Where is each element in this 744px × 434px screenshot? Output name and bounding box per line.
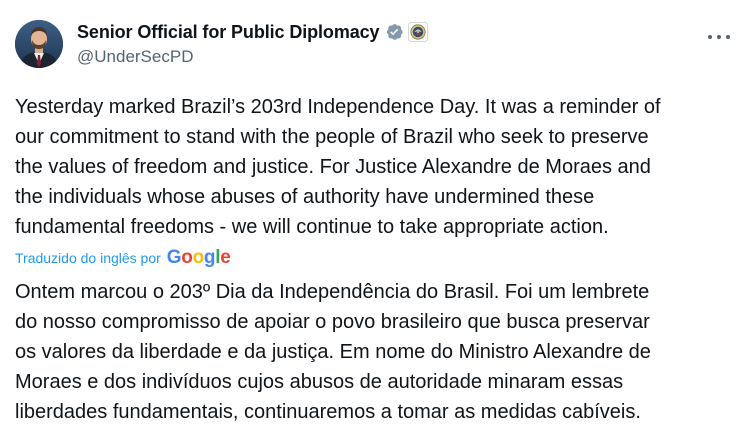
author-display-name[interactable]: Senior Official for Public Diplomacy — [77, 22, 380, 43]
google-logo-letter: o — [181, 247, 193, 268]
translated-text-line: Moraes e dos indivíduos cujos abusos de … — [15, 371, 624, 393]
google-logo-letter: o — [192, 247, 205, 268]
translated-text-line: do nosso compromisso de apoiar o povo br… — [15, 311, 650, 333]
verified-badge-icon[interactable] — [384, 22, 404, 42]
tweet-text-line: the values of freedom and justice. For J… — [15, 156, 651, 178]
translated-text: Ontem marcou o 203º Dia da Independência… — [15, 277, 731, 427]
avatar[interactable] — [15, 20, 63, 68]
google-logo[interactable]: Google — [167, 246, 231, 270]
tweet-text-line: fundamental freedoms - we will continue … — [15, 216, 609, 238]
translated-text-line: liberdades fundamentais, continuaremos a… — [15, 401, 641, 423]
translated-text-line: Ontem marcou o 203º Dia da Independência… — [15, 281, 650, 303]
translated-text-line: os valores da liberdade e da justiça. Em… — [15, 341, 651, 363]
dot-icon — [717, 35, 721, 39]
translation-attribution: Traduzido do inglês por Google — [15, 246, 231, 270]
translated-by-link[interactable]: Traduzido do inglês por — [15, 250, 161, 266]
author-name-row: Senior Official for Public Diplomacy — [77, 21, 429, 43]
tweet-card: Senior Official for Public Diplomacy @Un… — [0, 0, 744, 434]
google-logo-letter: e — [220, 247, 231, 268]
tweet-text-line: the individuals whose abuses of authorit… — [15, 186, 595, 208]
google-logo-letter: g — [203, 247, 216, 268]
tweet-text-line: Yesterday marked Brazil’s 203rd Independ… — [15, 96, 661, 118]
government-seal-icon[interactable] — [408, 22, 429, 42]
author-handle[interactable]: @UnderSecPD — [77, 47, 193, 67]
person-photo-icon — [15, 20, 63, 68]
google-logo-letter: G — [166, 247, 182, 268]
tweet-text-line: our commitment to stand with the people … — [15, 126, 649, 148]
dot-icon — [726, 35, 730, 39]
more-options-button[interactable] — [708, 30, 730, 44]
tweet-text: Yesterday marked Brazil’s 203rd Independ… — [15, 92, 731, 242]
dot-icon — [708, 35, 712, 39]
